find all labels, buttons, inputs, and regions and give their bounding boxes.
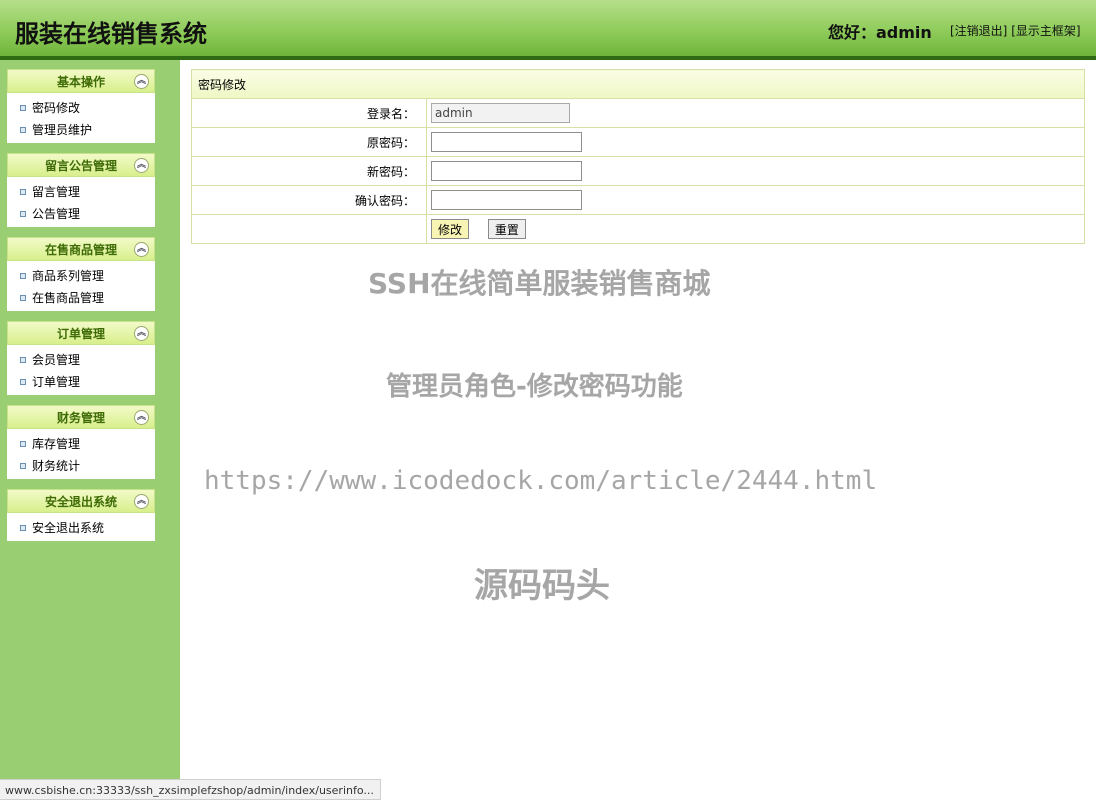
sidebar-item-products-on-sale[interactable]: 在售商品管理 — [7, 287, 155, 309]
square-bullet-icon — [20, 273, 26, 279]
sidebar-item-label: 会员管理 — [32, 353, 81, 367]
sidebar-item-label: 在售商品管理 — [32, 291, 105, 305]
square-bullet-icon — [20, 105, 26, 111]
panel-title: 基本操作 — [56, 75, 105, 89]
sidebar-item-label: 商品系列管理 — [32, 269, 105, 283]
watermark-subtitle: 管理员角色-修改密码功能 — [386, 372, 683, 402]
sidebar-item-label: 库存管理 — [32, 437, 81, 451]
sidebar-item-label: 密码修改 — [32, 101, 81, 115]
login-name-label: 登录名： — [191, 98, 427, 128]
old-password-field[interactable] — [431, 132, 582, 152]
submit-button[interactable]: 修改 — [431, 219, 470, 239]
sidebar-item-label: 订单管理 — [32, 375, 81, 389]
confirm-password-field[interactable] — [431, 190, 582, 210]
panel-header[interactable]: 在售商品管理 ︽ — [7, 237, 155, 261]
square-bullet-icon — [20, 525, 26, 531]
panel-header[interactable]: 留言公告管理 ︽ — [7, 153, 155, 177]
square-bullet-icon — [20, 211, 26, 217]
square-bullet-icon — [20, 379, 26, 385]
sidebar-item-message-management[interactable]: 留言管理 — [7, 181, 155, 203]
square-bullet-icon — [20, 441, 26, 447]
panel-title: 财务管理 — [56, 411, 105, 425]
new-password-label: 新密码： — [191, 156, 427, 186]
panel-title: 在售商品管理 — [44, 243, 117, 257]
sidebar-item-label: 财务统计 — [32, 459, 81, 473]
empty-label-cell — [191, 214, 427, 244]
sidebar-item-order-management[interactable]: 订单管理 — [7, 371, 155, 393]
sidebar-item-label: 安全退出系统 — [32, 521, 105, 535]
confirm-password-label: 确认密码： — [191, 185, 427, 215]
panel-title: 订单管理 — [56, 327, 105, 341]
new-password-field[interactable] — [431, 161, 582, 181]
watermark-brand: 源码码头 — [474, 566, 610, 606]
sidebar-item-change-password[interactable]: 密码修改 — [7, 97, 155, 119]
main-content: 密码修改 登录名： 原密码： 新密码： 确认密码： 修改 重置 — [180, 60, 1096, 800]
sidebar-item-label: 管理员维护 — [32, 123, 93, 137]
sidebar: 基本操作 ︽ 密码修改 管理员维护 留言公告管理 ︽ 留言管理 公告管理 在售商… — [0, 60, 180, 800]
square-bullet-icon — [20, 127, 26, 133]
square-bullet-icon — [20, 357, 26, 363]
square-bullet-icon — [20, 295, 26, 301]
collapse-icon[interactable]: ︽ — [134, 326, 149, 341]
panel-header[interactable]: 财务管理 ︽ — [7, 405, 155, 429]
sidebar-item-notice-management[interactable]: 公告管理 — [7, 203, 155, 225]
panel-header[interactable]: 基本操作 ︽ — [7, 69, 155, 93]
panel-products: 在售商品管理 ︽ 商品系列管理 在售商品管理 — [7, 237, 155, 311]
sidebar-item-label: 留言管理 — [32, 185, 81, 199]
sidebar-item-label: 公告管理 — [32, 207, 81, 221]
panel-title: 留言公告管理 — [44, 159, 117, 173]
panel-header[interactable]: 订单管理 ︽ — [7, 321, 155, 345]
panel-message-notice: 留言公告管理 ︽ 留言管理 公告管理 — [7, 153, 155, 227]
form-title: 密码修改 — [191, 69, 1085, 99]
old-password-label: 原密码： — [191, 127, 427, 157]
panel-logout: 安全退出系统 ︽ 安全退出系统 — [7, 489, 155, 541]
header-bar: 服装在线销售系统 您好：admin [注销退出] [显示主框架] — [0, 0, 1096, 60]
collapse-icon[interactable]: ︽ — [134, 410, 149, 425]
collapse-icon[interactable]: ︽ — [134, 242, 149, 257]
app-title: 服装在线销售系统 — [15, 20, 207, 48]
sidebar-item-finance-stats[interactable]: 财务统计 — [7, 455, 155, 477]
panel-basic-ops: 基本操作 ︽ 密码修改 管理员维护 — [7, 69, 155, 143]
logout-link[interactable]: [注销退出] — [950, 24, 1007, 38]
watermark-url: https://www.icodedock.com/article/2444.h… — [204, 466, 878, 496]
collapse-icon[interactable]: ︽ — [134, 158, 149, 173]
panel-header[interactable]: 安全退出系统 ︽ — [7, 489, 155, 513]
sidebar-item-admin-maintenance[interactable]: 管理员维护 — [7, 119, 155, 141]
header-links: [注销退出] [显示主框架] — [950, 22, 1081, 39]
sidebar-item-members[interactable]: 会员管理 — [7, 349, 155, 371]
reset-button[interactable]: 重置 — [487, 219, 526, 239]
user-greeting: 您好：admin — [828, 23, 932, 42]
panel-finance: 财务管理 ︽ 库存管理 财务统计 — [7, 405, 155, 479]
show-main-frame-link[interactable]: [显示主框架] — [1011, 24, 1080, 38]
password-form-table: 密码修改 登录名： 原密码： 新密码： 确认密码： 修改 重置 — [191, 69, 1085, 244]
square-bullet-icon — [20, 189, 26, 195]
collapse-icon[interactable]: ︽ — [134, 494, 149, 509]
collapse-icon[interactable]: ︽ — [134, 74, 149, 89]
sidebar-item-product-series[interactable]: 商品系列管理 — [7, 265, 155, 287]
login-name-field[interactable] — [431, 103, 570, 123]
browser-status-bar: www.csbishe.cn:33333/ssh_zxsimplefzshop/… — [0, 779, 381, 800]
square-bullet-icon — [20, 463, 26, 469]
panel-title: 安全退出系统 — [44, 495, 117, 509]
panel-orders: 订单管理 ︽ 会员管理 订单管理 — [7, 321, 155, 395]
watermark-title: SSH在线简单服装销售商城 — [368, 267, 711, 300]
sidebar-item-safe-logout[interactable]: 安全退出系统 — [7, 517, 155, 539]
sidebar-item-inventory[interactable]: 库存管理 — [7, 433, 155, 455]
